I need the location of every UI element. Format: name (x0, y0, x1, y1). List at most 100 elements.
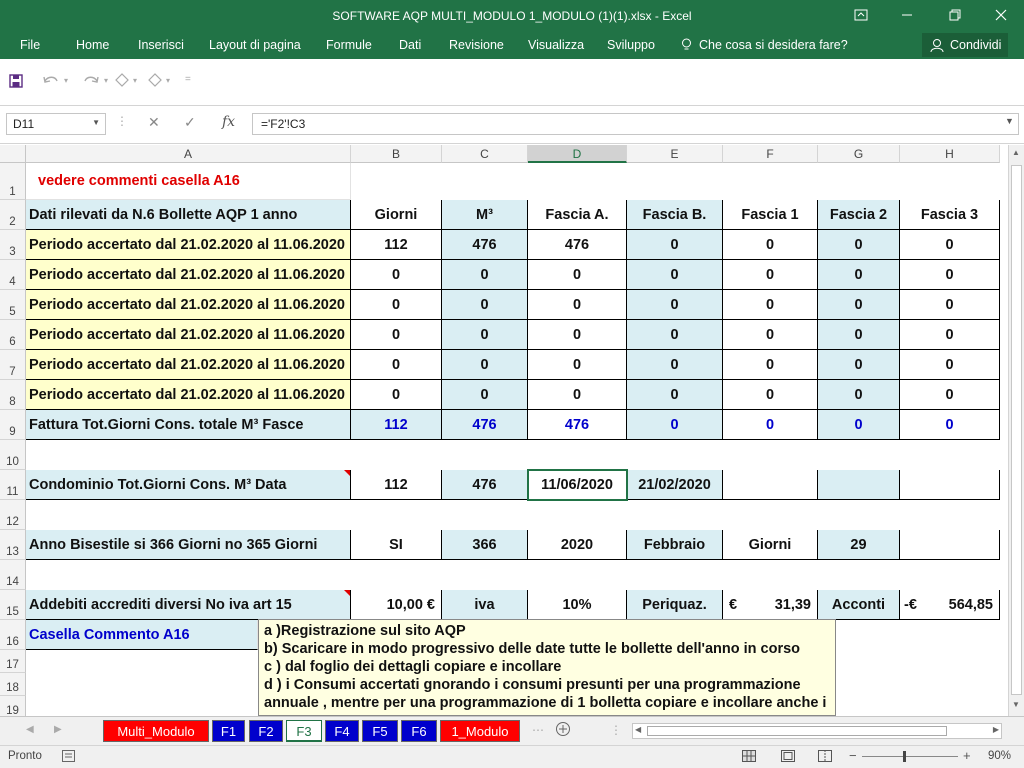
ribbon-display-options-icon[interactable] (838, 0, 884, 32)
cell-a9[interactable]: Fattura Tot.Giorni Cons. totale M³ Fasce (26, 410, 351, 440)
scroll-up-icon[interactable]: ▲ (1012, 148, 1020, 157)
dropdown-icon[interactable]: ▾ (133, 76, 137, 85)
expand-formula-icon[interactable]: ▼ (1005, 116, 1014, 126)
save-icon[interactable] (9, 74, 23, 93)
cell-g7[interactable]: 0 (818, 350, 900, 380)
column-header-c[interactable]: C (442, 145, 528, 163)
cell-f13[interactable]: Giorni (723, 530, 818, 560)
cell-e6[interactable]: 0 (627, 320, 723, 350)
share-button[interactable]: Condividi (922, 33, 1008, 57)
row-header[interactable]: 5 (0, 290, 26, 320)
cell-e2[interactable]: Fascia B. (627, 200, 723, 230)
cell-d3[interactable]: 476 (528, 230, 627, 260)
cell-g6[interactable]: 0 (818, 320, 900, 350)
cell-a13[interactable]: Anno Bisestile si 366 Giorni no 365 Gior… (26, 530, 351, 560)
formula-input[interactable]: ='F2'!C3 (252, 113, 1019, 135)
sheet-tab-f5[interactable]: F5 (362, 720, 398, 742)
cell-e7[interactable]: 0 (627, 350, 723, 380)
cell-b11[interactable]: 112 (351, 470, 442, 500)
row-header[interactable]: 8 (0, 380, 26, 410)
enter-icon[interactable]: ✓ (184, 114, 196, 131)
row-header[interactable]: 17 (0, 650, 26, 673)
cell-c11[interactable]: 476 (442, 470, 528, 500)
row-header[interactable]: 14 (0, 560, 26, 590)
cell-d9[interactable]: 476 (528, 410, 627, 440)
cell-f6[interactable]: 0 (723, 320, 818, 350)
tab-layout[interactable]: Layout di pagina (209, 38, 301, 52)
scroll-left-icon[interactable]: ◀ (635, 725, 641, 734)
cell-a3[interactable]: Periodo accertato dal 21.02.2020 al 11.0… (26, 230, 351, 260)
cell-h8[interactable]: 0 (900, 380, 1000, 410)
row-header[interactable]: 19 (0, 696, 26, 716)
cell-b8[interactable]: 0 (351, 380, 442, 410)
cell-a7[interactable]: Periodo accertato dal 21.02.2020 al 11.0… (26, 350, 351, 380)
tab-inserisci[interactable]: Inserisci (138, 38, 184, 52)
cell-b3[interactable]: 112 (351, 230, 442, 260)
cell-b9[interactable]: 112 (351, 410, 442, 440)
row-header[interactable]: 6 (0, 320, 26, 350)
close-icon[interactable] (978, 0, 1024, 32)
zoom-slider[interactable] (862, 756, 958, 757)
row-header[interactable]: 4 (0, 260, 26, 290)
format-painter-icon[interactable] (114, 73, 130, 92)
cell-f3[interactable]: 0 (723, 230, 818, 260)
tab-visualizza[interactable]: Visualizza (528, 38, 584, 52)
cell-h7[interactable]: 0 (900, 350, 1000, 380)
cell-h2[interactable]: Fascia 3 (900, 200, 1000, 230)
cell-g2[interactable]: Fascia 2 (818, 200, 900, 230)
cell-d6[interactable]: 0 (528, 320, 627, 350)
undo-dropdown-icon[interactable]: ▾ (64, 76, 68, 85)
column-header-h[interactable]: H (900, 145, 1000, 163)
cell-c3[interactable]: 476 (442, 230, 528, 260)
cell-e11[interactable]: 21/02/2020 (627, 470, 723, 500)
cell-c6[interactable]: 0 (442, 320, 528, 350)
more-sheets-icon[interactable]: ⋯ (532, 723, 544, 737)
row-header[interactable]: 1 (0, 163, 26, 200)
cell-e15[interactable]: Periquaz. (627, 590, 723, 620)
cell-h15[interactable]: -€ 564,85 (900, 590, 1000, 620)
clear-format-icon[interactable] (147, 73, 163, 92)
cell-g15[interactable]: Acconti (818, 590, 900, 620)
cell-a8[interactable]: Periodo accertato dal 21.02.2020 al 11.0… (26, 380, 351, 410)
cell-a5[interactable]: Periodo accertato dal 21.02.2020 al 11.0… (26, 290, 351, 320)
cell-g5[interactable]: 0 (818, 290, 900, 320)
tab-sviluppo[interactable]: Sviluppo (607, 38, 655, 52)
cell-h4[interactable]: 0 (900, 260, 1000, 290)
cell-d7[interactable]: 0 (528, 350, 627, 380)
restore-icon[interactable] (932, 0, 978, 32)
cell-f8[interactable]: 0 (723, 380, 818, 410)
cell-c4[interactable]: 0 (442, 260, 528, 290)
cell-d15[interactable]: 10% (528, 590, 627, 620)
redo-dropdown-icon[interactable]: ▾ (104, 76, 108, 85)
cell-e3[interactable]: 0 (627, 230, 723, 260)
cell-h11[interactable] (900, 470, 1000, 500)
row-header[interactable]: 15 (0, 590, 26, 620)
cell-a2[interactable]: Dati rilevati da N.6 Bollette AQP 1 anno (26, 200, 351, 230)
cell-e8[interactable]: 0 (627, 380, 723, 410)
cell-f9[interactable]: 0 (723, 410, 818, 440)
add-sheet-icon[interactable] (555, 721, 571, 742)
row-header[interactable]: 7 (0, 350, 26, 380)
cell-b7[interactable]: 0 (351, 350, 442, 380)
scroll-right-icon[interactable]: ▶ (993, 725, 999, 734)
scroll-right-icon[interactable]: ▶ (54, 724, 62, 735)
scroll-thumb[interactable] (647, 726, 947, 736)
cell-c7[interactable]: 0 (442, 350, 528, 380)
cell-b6[interactable]: 0 (351, 320, 442, 350)
minimize-icon[interactable] (884, 0, 930, 32)
column-header-g[interactable]: G (818, 145, 900, 163)
sheet-tab-f6[interactable]: F6 (401, 720, 437, 742)
page-break-preview-icon[interactable] (818, 750, 832, 765)
cell-g3[interactable]: 0 (818, 230, 900, 260)
cell-g11[interactable] (818, 470, 900, 500)
row-header[interactable]: 12 (0, 500, 26, 530)
cell-f11[interactable] (723, 470, 818, 500)
zoom-in-icon[interactable]: + (963, 748, 971, 763)
sheet-tab-1-modulo[interactable]: 1_Modulo (440, 720, 520, 742)
cell-h3[interactable]: 0 (900, 230, 1000, 260)
horizontal-scrollbar[interactable]: ◀ ▶ (632, 723, 1002, 739)
vertical-scrollbar[interactable]: ▲ ▼ (1008, 145, 1024, 716)
redo-icon[interactable] (82, 74, 100, 92)
sheet-tab-multi-modulo[interactable]: Multi_Modulo (103, 720, 209, 742)
worksheet-grid[interactable]: A B C D E F G H 1 2 3 4 5 6 7 8 9 10 11 … (0, 145, 1008, 716)
